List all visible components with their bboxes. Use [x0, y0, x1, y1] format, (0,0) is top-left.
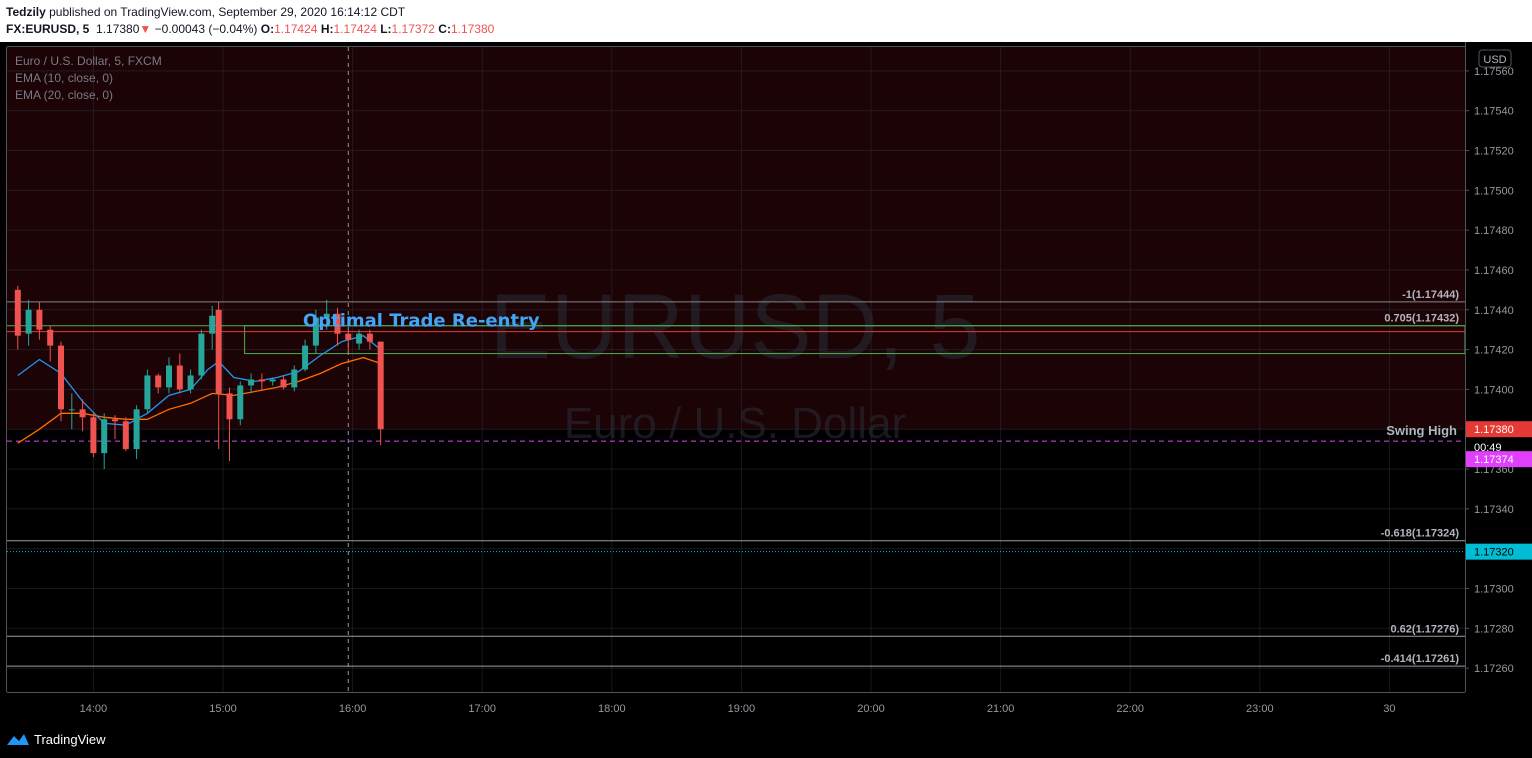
candle-body[interactable]	[90, 417, 97, 454]
candle-body[interactable]	[176, 365, 183, 390]
candle-body[interactable]	[215, 309, 222, 394]
last-price-tag: 1.17380	[1474, 424, 1514, 436]
price-tick-label: 1.17520	[1474, 146, 1514, 158]
watermark-description: Euro / U.S. Dollar	[564, 399, 906, 448]
ohlc-line: FX:EURUSD, 5 1.17380▼ −0.00043 (−0.04%) …	[6, 22, 494, 36]
time-tick-label: 14:00	[80, 703, 108, 715]
time-tick-label: 21:00	[987, 703, 1015, 715]
price-tick-label: 1.17420	[1474, 345, 1514, 357]
footer: TradingView	[0, 720, 1532, 758]
candle-body[interactable]	[377, 341, 384, 430]
time-tick-label: 30	[1383, 703, 1395, 715]
legend-ema10[interactable]: EMA (10, close, 0)	[15, 71, 113, 85]
candle-body[interactable]	[122, 421, 129, 450]
candle-body[interactable]	[198, 333, 205, 376]
swing-high-price-tag: 1.17374	[1474, 454, 1514, 466]
candle-body[interactable]	[133, 409, 140, 450]
price-tick-label: 1.17300	[1474, 583, 1514, 595]
candle-body[interactable]	[258, 379, 265, 382]
symbol-label[interactable]: FX:EURUSD, 5	[6, 22, 89, 36]
high-label: H:	[320, 22, 334, 36]
candle-body[interactable]	[79, 409, 86, 418]
open-value: 1.17424	[274, 22, 318, 36]
fib-level-label: 0.62(1.17276)	[1391, 623, 1460, 635]
time-tick-label: 20:00	[857, 703, 885, 715]
last-price: 1.17380	[96, 22, 140, 36]
price-tick-label: 1.17340	[1474, 504, 1514, 516]
fib-level-label: -0.618(1.17324)	[1381, 528, 1460, 540]
price-tick-label: 1.17260	[1474, 663, 1514, 675]
price-axis[interactable]	[1465, 42, 1532, 720]
watermark-symbol: EURUSD, 5	[490, 276, 981, 378]
candle-body[interactable]	[47, 329, 54, 346]
price-chart[interactable]: EURUSD, 5 Euro / U.S. Dollar -1(1.17444) 0.…	[0, 42, 1532, 720]
candle-body[interactable]	[155, 375, 162, 388]
time-tick-label: 17:00	[468, 703, 496, 715]
fib-level-label: -0.414(1.17261)	[1381, 653, 1460, 665]
chart-area[interactable]: EURUSD, 5 Euro / U.S. Dollar -1(1.17444) 0.…	[0, 42, 1532, 720]
legend-ema20[interactable]: EMA (20, close, 0)	[15, 88, 113, 102]
price-tick-label: 1.17560	[1474, 66, 1514, 78]
swing-high-label: Swing High	[1386, 423, 1457, 438]
down-arrow-icon: ▼	[139, 22, 152, 36]
time-tick-label: 22:00	[1116, 703, 1144, 715]
candle-body[interactable]	[68, 409, 75, 411]
open-label: O:	[260, 22, 275, 36]
candle-body[interactable]	[356, 333, 363, 344]
publish-text: published on TradingView.com, September …	[45, 5, 406, 19]
close-value: 1.17380	[450, 22, 495, 36]
candle-body[interactable]	[58, 345, 64, 410]
candle-body[interactable]	[345, 333, 352, 340]
candle-body[interactable]	[366, 333, 373, 342]
candle-body[interactable]	[237, 385, 244, 420]
close-label: C:	[438, 22, 451, 36]
price-change: −0.00043 (−0.04%)	[154, 22, 258, 36]
fib-level-label: -1(1.17444)	[1402, 289, 1459, 301]
low-label: L:	[380, 22, 392, 36]
currency-label: USD	[1483, 54, 1506, 66]
author-name[interactable]: Tedzily	[6, 5, 46, 19]
candle-body[interactable]	[36, 309, 43, 330]
time-tick-label: 18:00	[598, 703, 626, 715]
price-tick-label: 1.17540	[1474, 106, 1514, 118]
tradingview-logo[interactable]: TradingView	[6, 731, 106, 747]
candle-body[interactable]	[291, 369, 298, 388]
time-tick-label: 16:00	[339, 703, 367, 715]
candle-body[interactable]	[248, 379, 255, 386]
candle-body[interactable]	[101, 419, 108, 454]
candle-body[interactable]	[25, 309, 32, 334]
price-tick-label: 1.17500	[1474, 185, 1514, 197]
time-tick-label: 15:00	[209, 703, 237, 715]
price-tick-label: 1.17440	[1474, 305, 1514, 317]
candle-body[interactable]	[226, 393, 233, 420]
low-value: 1.17372	[391, 22, 435, 36]
annotation-optimal-reentry[interactable]: Optimal Trade Re-entry	[303, 311, 540, 332]
candle-body[interactable]	[280, 379, 287, 388]
candle-body[interactable]	[144, 375, 151, 410]
legend-symbol[interactable]: Euro / U.S. Dollar, 5, FXCM	[15, 54, 162, 68]
publish-info: Tedzily published on TradingView.com, Se…	[6, 5, 405, 19]
candle-body[interactable]	[209, 315, 216, 334]
price-tick-label: 1.17480	[1474, 225, 1514, 237]
fib-level-label: 0.705(1.17432)	[1384, 313, 1459, 325]
tradingview-cloud-icon	[7, 734, 29, 745]
candle-body[interactable]	[269, 379, 276, 382]
candle-body[interactable]	[112, 419, 118, 422]
candle-body[interactable]	[166, 365, 172, 388]
candle-body[interactable]	[302, 345, 309, 370]
chart-header: Tedzily published on TradingView.com, Se…	[0, 0, 1532, 42]
candle-body[interactable]	[187, 375, 194, 390]
high-value: 1.17424	[333, 22, 377, 36]
price-tick-label: 1.17460	[1474, 265, 1514, 277]
price-tick-label: 1.17400	[1474, 384, 1514, 396]
time-tick-label: 23:00	[1246, 703, 1274, 715]
candle-body[interactable]	[14, 289, 21, 336]
tradingview-brand: TradingView	[34, 731, 106, 747]
cyan-price-tag: 1.17320	[1474, 547, 1514, 559]
price-tick-label: 1.17280	[1474, 623, 1514, 635]
time-tick-label: 19:00	[728, 703, 756, 715]
